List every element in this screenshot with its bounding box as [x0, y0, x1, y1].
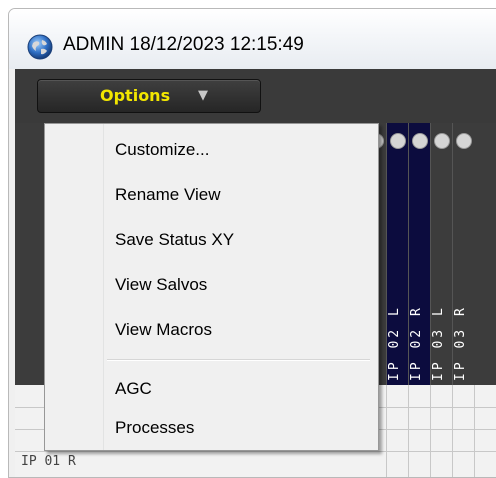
- menu-item-view-macros[interactable]: View Macros: [47, 310, 376, 350]
- row-label[interactable]: IP 01 R: [21, 454, 76, 469]
- status-dot-icon: [434, 133, 450, 149]
- grid-col-divider: [386, 385, 387, 477]
- options-dropdown-button[interactable]: Options ▼: [37, 79, 261, 113]
- status-dot-icon: [390, 133, 406, 149]
- app-window: ADMIN 18/12/2023 12:15:49 Options ▼ IP 0…: [8, 8, 496, 478]
- grid-column-header[interactable]: IP 02 R: [408, 123, 430, 385]
- grid-column-header[interactable]: IP 02 L: [386, 123, 408, 385]
- grid-col-divider: [474, 385, 475, 477]
- title-bar: ADMIN 18/12/2023 12:15:49: [9, 9, 496, 69]
- window-title: ADMIN 18/12/2023 12:15:49: [63, 34, 304, 55]
- menu-item-label: View Salvos: [115, 275, 208, 294]
- menu-item-agc[interactable]: AGC: [47, 369, 376, 409]
- chevron-down-icon: ▼: [198, 88, 208, 103]
- options-label: Options: [100, 86, 171, 105]
- menu-item-label: Processes: [115, 418, 195, 437]
- column-label: IP 03 R: [453, 305, 468, 381]
- column-label: IP 02 R: [409, 305, 424, 381]
- column-label: IP 02 L: [387, 305, 402, 381]
- grid-col-divider: [430, 385, 431, 477]
- menu-item-view-salvos[interactable]: View Salvos: [47, 265, 376, 305]
- options-menu: Customize... Rename View Save Status XY …: [44, 123, 379, 451]
- grid-column-header[interactable]: IP 03 R: [452, 123, 474, 385]
- menu-item-label: Customize...: [115, 140, 210, 159]
- menu-item-save-status-xy[interactable]: Save Status XY: [47, 220, 376, 260]
- menu-item-label: AGC: [115, 379, 152, 398]
- status-dot-icon: [412, 133, 428, 149]
- menu-item-label: View Macros: [115, 320, 212, 339]
- menu-item-label: Rename View: [115, 185, 221, 204]
- status-dot-icon: [456, 133, 472, 149]
- grid-col-divider: [452, 385, 453, 477]
- grid-row-divider: [15, 451, 496, 452]
- menu-item-customize[interactable]: Customize...: [47, 130, 376, 170]
- grid-column-header[interactable]: IP 03 L: [430, 123, 452, 385]
- menu-item-rename-view[interactable]: Rename View: [47, 175, 376, 215]
- menu-item-label: Save Status XY: [115, 230, 235, 249]
- menu-separator: [107, 359, 370, 361]
- globe-icon: [27, 34, 53, 60]
- grid-col-divider: [408, 385, 409, 477]
- menu-item-processes[interactable]: Processes: [47, 408, 376, 448]
- column-label: IP 03 L: [431, 305, 446, 381]
- toolbar: Options ▼: [15, 69, 496, 123]
